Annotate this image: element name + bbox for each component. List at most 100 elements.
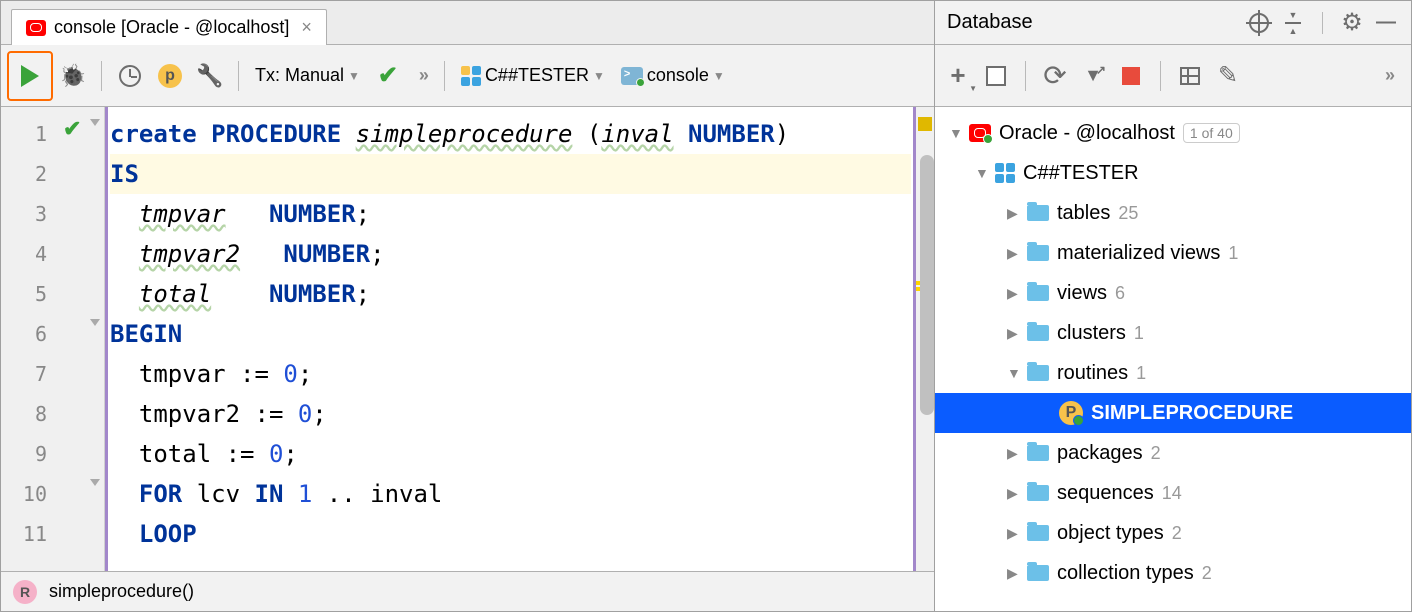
tree-folder[interactable]: ▶packages2: [935, 433, 1411, 473]
twisty-open-icon[interactable]: ▼: [975, 165, 987, 181]
status-routine: simpleprocedure(): [49, 581, 194, 602]
editor-tab-bar: console [Oracle - @localhost] ×: [1, 1, 934, 45]
debug-button[interactable]: [53, 56, 93, 96]
line-number: 3: [1, 194, 47, 234]
twisty-open-icon[interactable]: ▼: [949, 125, 961, 141]
explain-button[interactable]: p: [150, 56, 190, 96]
tx-mode-selector[interactable]: Tx: Manual ▼: [247, 65, 368, 86]
code-line[interactable]: tmpvar2 NUMBER;: [110, 234, 911, 274]
schema-selector[interactable]: C##TESTER ▼: [453, 65, 613, 86]
scrollbar-thumb[interactable]: [920, 155, 934, 415]
tree-label: routines: [1057, 362, 1128, 385]
wrench-icon: [196, 63, 223, 89]
tree-folder[interactable]: ▶collection types2: [935, 553, 1411, 593]
close-tab-icon[interactable]: ×: [301, 17, 312, 38]
tree-label: views: [1057, 282, 1107, 305]
code-line[interactable]: tmpvar := 0;: [110, 354, 911, 394]
stop-button[interactable]: [1114, 59, 1148, 93]
tree-label: clusters: [1057, 322, 1126, 345]
more-button[interactable]: »: [1371, 59, 1405, 93]
play-icon: [21, 65, 39, 87]
jump-to-source-button[interactable]: [1076, 59, 1110, 93]
tree-count-tag: 1 of 40: [1183, 123, 1240, 143]
p-badge-icon: p: [158, 64, 182, 88]
line-number: 5: [1, 274, 47, 314]
new-datasource-button[interactable]: [941, 59, 975, 93]
tree-datasource[interactable]: ▼ Oracle - @localhost 1 of 40: [935, 113, 1411, 153]
fold-handle[interactable]: [90, 479, 102, 493]
schema-icon: [995, 163, 1015, 183]
code-line[interactable]: tmpvar2 := 0;: [110, 394, 911, 434]
tree-label: materialized views: [1057, 242, 1220, 265]
code-line[interactable]: total := 0;: [110, 434, 911, 474]
tree-folder[interactable]: ▶tables25: [935, 193, 1411, 233]
database-title: Database: [947, 11, 1238, 34]
twisty-open-icon[interactable]: ▼: [1007, 365, 1019, 381]
refresh-button[interactable]: [1038, 59, 1072, 93]
tree-folder[interactable]: ▶ clusters 1: [935, 313, 1411, 353]
stop-icon: [1122, 67, 1140, 85]
chevron-down-icon: ▼: [593, 69, 605, 83]
filter-jump-icon: [1084, 65, 1102, 86]
code-line[interactable]: BEGIN: [110, 314, 911, 354]
tree-count: 1: [1134, 323, 1144, 344]
history-button[interactable]: [110, 56, 150, 96]
line-number: 8: [1, 394, 47, 434]
tree-count: 6: [1115, 283, 1125, 304]
folder-icon: [1027, 245, 1049, 261]
code-line[interactable]: total NUMBER;: [110, 274, 911, 314]
hide-panel-button[interactable]: [1373, 10, 1399, 36]
fold-handle[interactable]: [90, 319, 102, 333]
chevron-down-icon: ▼: [713, 69, 725, 83]
editor-marker-strip[interactable]: [916, 107, 934, 571]
tree-schema[interactable]: ▼ C##TESTER: [935, 153, 1411, 193]
editor-tab[interactable]: console [Oracle - @localhost] ×: [11, 9, 327, 45]
commit-button[interactable]: ✔: [368, 56, 408, 96]
twisty-closed-icon[interactable]: ▶: [1007, 285, 1019, 302]
plus-icon: [950, 60, 965, 91]
twisty-closed-icon[interactable]: ▶: [1007, 485, 1019, 502]
folder-icon: [1027, 325, 1049, 341]
code-line[interactable]: tmpvar NUMBER;: [110, 194, 911, 234]
panel-settings-button[interactable]: [1339, 10, 1365, 36]
twisty-closed-icon[interactable]: ▶: [1007, 205, 1019, 222]
tree-folder[interactable]: ▶object types2: [935, 513, 1411, 553]
code-line[interactable]: IS: [110, 154, 911, 194]
tree-label: sequences: [1057, 482, 1154, 505]
data-editor-button[interactable]: [1173, 59, 1207, 93]
settings-wrench[interactable]: [190, 56, 230, 96]
tree-routine-selected[interactable]: PSIMPLEPROCEDURE: [935, 393, 1411, 433]
duplicate-button[interactable]: [979, 59, 1013, 93]
fold-handle[interactable]: [90, 119, 102, 133]
line-number: 11: [1, 514, 47, 554]
code-editor[interactable]: 1234567891011 ✔ create PROCEDURE simplep…: [1, 107, 934, 571]
more-tx-button[interactable]: »: [408, 56, 436, 96]
edit-source-button[interactable]: [1211, 59, 1245, 93]
collapse-all-button[interactable]: [1280, 10, 1306, 36]
folder-icon: [1027, 485, 1049, 501]
database-tree[interactable]: ▼ Oracle - @localhost 1 of 40 ▼ C##TESTE…: [935, 107, 1411, 611]
tree-label: Oracle - @localhost: [999, 122, 1175, 145]
twisty-closed-icon[interactable]: ▶: [1007, 565, 1019, 582]
warning-marker[interactable]: [918, 117, 932, 131]
line-number: 4: [1, 234, 47, 274]
tree-folder[interactable]: ▶materialized views1: [935, 233, 1411, 273]
code-line[interactable]: create PROCEDURE simpleprocedure (inval …: [110, 114, 911, 154]
line-number: 10: [1, 474, 47, 514]
twisty-closed-icon[interactable]: ▶: [1007, 245, 1019, 262]
twisty-closed-icon[interactable]: ▶: [1007, 325, 1019, 342]
code-line[interactable]: LOOP: [110, 514, 911, 554]
twisty-closed-icon[interactable]: ▶: [1007, 525, 1019, 542]
twisty-closed-icon[interactable]: ▶: [1007, 445, 1019, 462]
tree-folder[interactable]: ▼routines1: [935, 353, 1411, 393]
console-selector[interactable]: console ▼: [613, 65, 733, 86]
run-button[interactable]: [7, 51, 53, 101]
collapse-icon: [1285, 10, 1301, 36]
tree-folder[interactable]: ▶ views 6: [935, 273, 1411, 313]
code-line[interactable]: FOR lcv IN 1 .. inval: [110, 474, 911, 514]
tree-folder[interactable]: ▶sequences14: [935, 473, 1411, 513]
schema-icon: [461, 66, 481, 86]
tree-label: collection types: [1057, 562, 1194, 585]
line-number: 7: [1, 354, 47, 394]
scroll-from-source-button[interactable]: [1246, 10, 1272, 36]
